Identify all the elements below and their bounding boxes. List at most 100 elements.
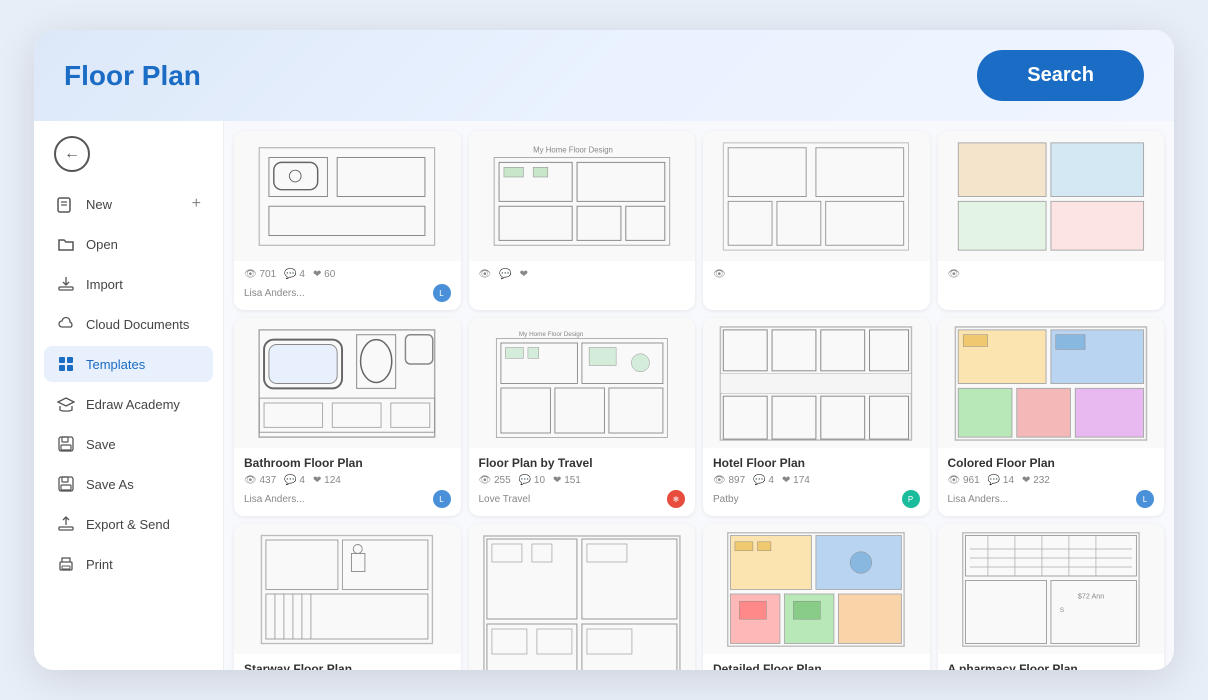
- template-stats: 👁: [713, 269, 920, 280]
- template-author: Lisa Anders... L: [244, 490, 451, 508]
- search-button[interactable]: Search: [977, 50, 1144, 101]
- template-preview: [234, 131, 461, 261]
- stat-likes: ❤ 232: [1022, 475, 1050, 486]
- template-stats: 👁 897 💬 4 ❤ 174: [713, 475, 920, 486]
- sidebar-item-academy[interactable]: Edraw Academy: [44, 386, 213, 422]
- sidebar-item-save[interactable]: Save: [44, 426, 213, 462]
- author-name: Lisa Anders...: [244, 494, 305, 505]
- svg-text:My Home Floor Design: My Home Floor Design: [533, 145, 613, 154]
- author-name: Love Travel: [479, 494, 531, 505]
- template-info: Floor Plan by Travel 👁 255 💬 10 ❤ 151 Lo…: [469, 448, 696, 516]
- stat-likes: ❤: [520, 269, 528, 280]
- page-title: Floor Plan: [64, 60, 201, 92]
- sidebar-item-save-as-label: Save As: [86, 477, 134, 492]
- stat-views: 👁: [948, 269, 961, 280]
- template-preview: [469, 524, 696, 670]
- template-info: 👁 701 💬 4 ❤ 60 Lisa Anders... L: [234, 261, 461, 310]
- stat-comments: 💬 14: [988, 475, 1014, 486]
- template-info: Bathroom Floor Plan 👁 437 💬 4 ❤ 124 Lisa…: [234, 448, 461, 516]
- avatar: L: [1136, 490, 1154, 508]
- avatar: L: [433, 284, 451, 302]
- stat-likes: ❤ 174: [782, 475, 810, 486]
- stat-views: 👁 961: [948, 475, 980, 486]
- template-card-top2[interactable]: My Home Floor Design: [469, 131, 696, 310]
- cloud-icon: [56, 314, 76, 334]
- template-card-bathroom[interactable]: Bathroom Floor Plan 👁 437 💬 4 ❤ 124 Lisa…: [234, 318, 461, 516]
- template-preview: [938, 318, 1165, 448]
- template-card-top3[interactable]: 👁: [703, 131, 930, 310]
- stat-likes: ❤ 151: [553, 475, 581, 486]
- template-card-large[interactable]: 👁: [469, 524, 696, 670]
- template-author: Lisa Anders... L: [244, 284, 451, 302]
- new-plus-icon: +: [192, 195, 201, 213]
- stat-comments: 💬 4: [753, 475, 774, 486]
- template-stats: 👁 255 💬 10 ❤ 151: [479, 475, 686, 486]
- svg-text:$72 Ann: $72 Ann: [1078, 591, 1104, 600]
- template-title: Detailed Floor Plan: [713, 662, 920, 670]
- template-info: 👁: [703, 261, 930, 310]
- avatar: ❄: [667, 490, 685, 508]
- template-stats: 👁 961 💬 14 ❤ 232: [948, 475, 1155, 486]
- template-preview: [234, 318, 461, 448]
- template-card-pharmacy[interactable]: $72 Ann S A pharmacy Floor Plan 👁 2.2k 💬…: [938, 524, 1165, 670]
- template-title: A pharmacy Floor Plan: [948, 662, 1155, 670]
- stat-comments: 💬 4: [284, 475, 305, 486]
- template-card-top4[interactable]: 👁: [938, 131, 1165, 310]
- sidebar-item-cloud[interactable]: Cloud Documents: [44, 306, 213, 342]
- template-card-travel[interactable]: My Home Floor Design: [469, 318, 696, 516]
- sidebar-item-templates[interactable]: Templates: [44, 346, 213, 382]
- new-icon: [56, 194, 76, 214]
- author-name: Patby: [713, 494, 739, 505]
- template-card-hotel[interactable]: Hotel Floor Plan 👁 897 💬 4 ❤ 174 Patby P: [703, 318, 930, 516]
- template-preview: My Home Floor Design: [469, 318, 696, 448]
- template-title: Hotel Floor Plan: [713, 456, 920, 470]
- template-stats: 👁: [948, 269, 1155, 280]
- stat-comments: 💬: [499, 269, 511, 280]
- template-title: Floor Plan by Travel: [479, 456, 686, 470]
- svg-text:My Home Floor Design: My Home Floor Design: [519, 330, 584, 337]
- template-info: Colored Floor Plan 👁 961 💬 14 ❤ 232 Lisa…: [938, 448, 1165, 516]
- sidebar-item-new[interactable]: New +: [44, 186, 213, 222]
- template-title: Starway Floor Plan: [244, 662, 451, 670]
- templates-area: 👁 701 💬 4 ❤ 60 Lisa Anders... L: [224, 121, 1174, 670]
- sidebar-item-new-label: New: [86, 197, 112, 212]
- svg-text:S: S: [1060, 607, 1064, 614]
- template-preview: [703, 524, 930, 654]
- sidebar-item-export[interactable]: Export & Send: [44, 506, 213, 542]
- stat-likes: ❤ 60: [313, 269, 335, 280]
- template-preview: [938, 131, 1165, 261]
- open-icon: [56, 234, 76, 254]
- sidebar-item-print[interactable]: Print: [44, 546, 213, 582]
- stat-likes: ❤ 124: [313, 475, 341, 486]
- main-wrapper: ← New +: [34, 121, 1174, 670]
- academy-icon: [56, 394, 76, 414]
- sidebar-item-import-label: Import: [86, 277, 123, 292]
- sidebar-item-open[interactable]: Open: [44, 226, 213, 262]
- template-stats: 👁 437 💬 4 ❤ 124: [244, 475, 451, 486]
- sidebar-item-save-as[interactable]: Save As: [44, 466, 213, 502]
- template-preview: [703, 131, 930, 261]
- template-card-colored[interactable]: Colored Floor Plan 👁 961 💬 14 ❤ 232 Lisa…: [938, 318, 1165, 516]
- export-icon: [56, 514, 76, 534]
- import-icon: [56, 274, 76, 294]
- sidebar-item-cloud-label: Cloud Documents: [86, 317, 189, 332]
- stat-views: 👁 437: [244, 475, 276, 486]
- print-icon: [56, 554, 76, 574]
- template-title: Bathroom Floor Plan: [244, 456, 451, 470]
- template-card-starway[interactable]: Starway Floor Plan 👁 228 💬 0 ❤ 54 alal a: [234, 524, 461, 670]
- save-icon: [56, 434, 76, 454]
- template-info: Detailed Floor Plan 👁 223 💬 5 ❤ 86 Ashle…: [703, 654, 930, 670]
- sidebar-item-print-label: Print: [86, 557, 113, 572]
- sidebar-item-save-label: Save: [86, 437, 116, 452]
- avatar: P: [902, 490, 920, 508]
- stat-comments: 💬 10: [519, 475, 545, 486]
- back-button[interactable]: ←: [54, 136, 90, 172]
- sidebar-item-import[interactable]: Import: [44, 266, 213, 302]
- app-container: Floor Plan Search ← New +: [34, 30, 1174, 670]
- template-card-top1[interactable]: 👁 701 💬 4 ❤ 60 Lisa Anders... L: [234, 131, 461, 310]
- template-card-detailed[interactable]: Detailed Floor Plan 👁 223 💬 5 ❤ 86 Ashle…: [703, 524, 930, 670]
- header: Floor Plan Search: [34, 30, 1174, 121]
- avatar: L: [433, 490, 451, 508]
- sidebar-item-templates-label: Templates: [86, 357, 145, 372]
- save-as-icon: [56, 474, 76, 494]
